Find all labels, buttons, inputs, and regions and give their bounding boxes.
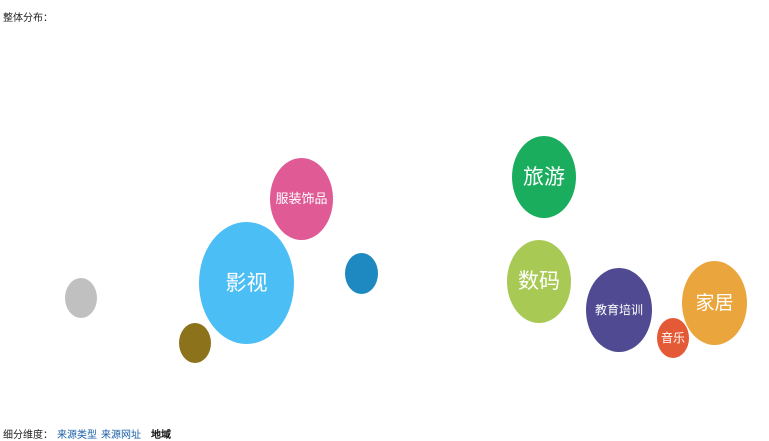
region-label[interactable]: 地域 <box>151 426 171 441</box>
bubble-chart: 影视 服装饰品 旅游 数码 教育培训 音乐 家居 <box>0 0 769 441</box>
link-source-type[interactable]: 来源类型 <box>57 430 97 441</box>
bubble-gray[interactable] <box>65 278 97 318</box>
bubble-film-tv[interactable]: 影视 <box>199 222 294 344</box>
dimension-bar: 细分维度： 来源类型 来源网址 地域 <box>3 426 171 441</box>
bubble-digital[interactable]: 数码 <box>507 240 571 323</box>
bubble-blue[interactable] <box>345 253 378 294</box>
bubble-music[interactable]: 音乐 <box>657 318 689 358</box>
bubble-olive[interactable] <box>179 323 211 363</box>
bubble-apparel[interactable]: 服装饰品 <box>270 158 333 240</box>
link-source-url[interactable]: 来源网址 <box>101 430 141 441</box>
bubble-education[interactable]: 教育培训 <box>586 268 652 352</box>
bubble-travel[interactable]: 旅游 <box>512 136 576 218</box>
bubble-home[interactable]: 家居 <box>682 261 747 345</box>
dimension-label: 细分维度： <box>3 430 53 441</box>
